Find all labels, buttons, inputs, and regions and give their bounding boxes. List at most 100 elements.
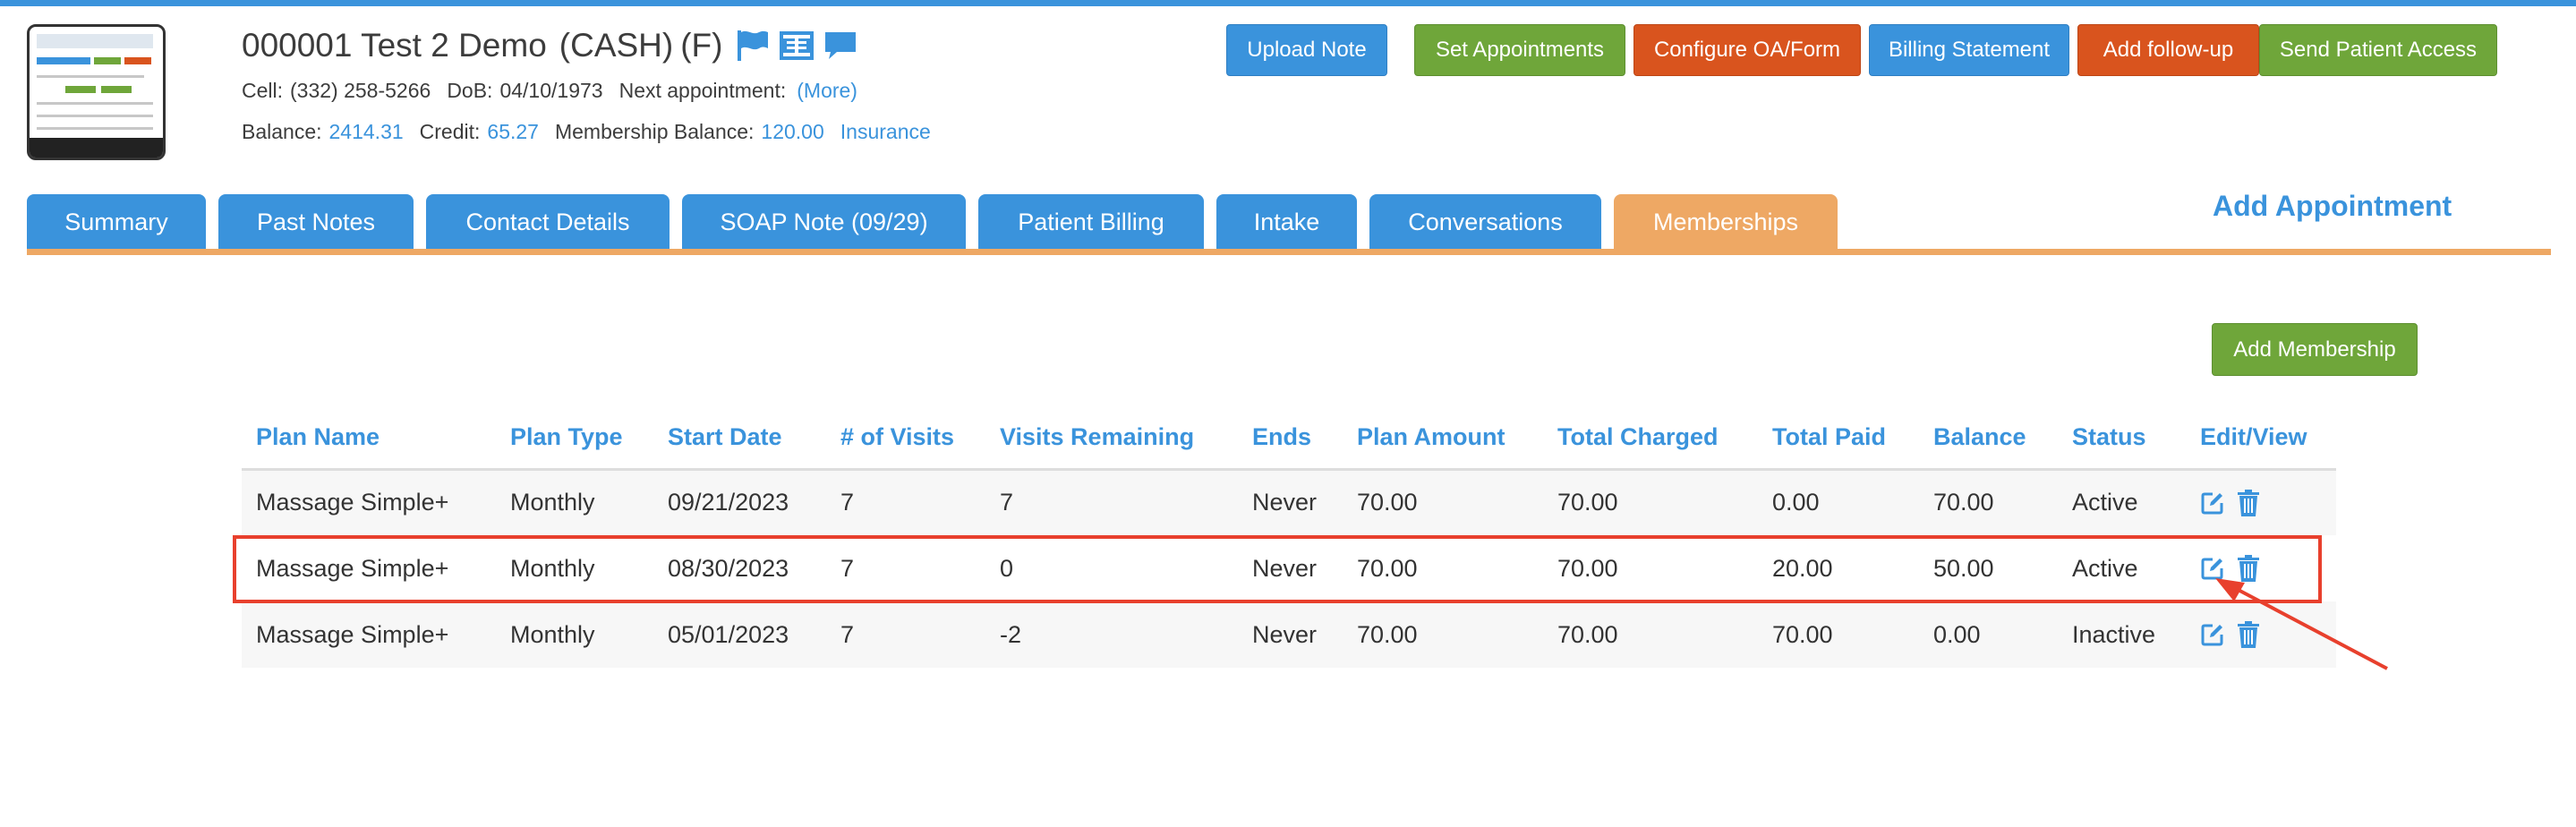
cell-ends: Never — [1238, 601, 1343, 668]
tab-memberships[interactable]: Memberships — [1614, 194, 1838, 250]
patient-photo-thumbnail[interactable] — [27, 24, 166, 160]
cell-num-visits: 7 — [826, 535, 985, 601]
cell-value: (332) 258-5266 — [290, 79, 431, 102]
cell-plan-name: Massage Simple+ — [242, 601, 496, 668]
set-appointments-button[interactable]: Set Appointments — [1414, 24, 1625, 76]
chat-icon[interactable] — [823, 30, 858, 62]
cell-num-visits: 7 — [826, 601, 985, 668]
cell-plan-type: Monthly — [496, 469, 653, 535]
dob-value: 04/10/1973 — [499, 79, 603, 102]
membership-balance-label: Membership Balance: — [554, 120, 755, 143]
tab-past-notes[interactable]: Past Notes — [218, 194, 414, 250]
membership-balance-value[interactable]: 120.00 — [761, 120, 823, 143]
table-row[interactable]: Massage Simple+ Monthly 05/01/2023 7 -2 … — [242, 601, 2336, 668]
cell-plan-amount: 70.00 — [1343, 469, 1543, 535]
patient-gender: (F) — [680, 27, 723, 64]
trash-icon[interactable] — [2236, 554, 2261, 583]
trash-icon[interactable] — [2236, 489, 2261, 517]
cell-edit-view — [2186, 535, 2336, 601]
cell-ends: Never — [1238, 535, 1343, 601]
col-plan-type[interactable]: Plan Type — [496, 406, 653, 471]
add-membership-button[interactable]: Add Membership — [2212, 323, 2418, 376]
cell-plan-amount: 70.00 — [1343, 601, 1543, 668]
col-edit-view: Edit/View — [2186, 406, 2336, 471]
configure-oa-form-button[interactable]: Configure OA/Form — [1633, 24, 1861, 76]
next-appointment-label: Next appointment: — [618, 79, 787, 102]
cell-visits-remaining: 7 — [985, 469, 1238, 535]
upload-note-button[interactable]: Upload Note — [1226, 24, 1387, 76]
cell-label: Cell: — [242, 79, 284, 102]
top-accent-bar — [0, 0, 2576, 6]
document-icon[interactable] — [778, 30, 815, 62]
add-appointment-link[interactable]: Add Appointment — [2213, 190, 2452, 223]
col-start-date[interactable]: Start Date — [653, 406, 826, 471]
col-balance[interactable]: Balance — [1919, 406, 2058, 471]
cell-num-visits: 7 — [826, 469, 985, 535]
edit-icon[interactable] — [2200, 556, 2225, 581]
cell-status: Active — [2058, 535, 2186, 601]
cell-total-charged: 70.00 — [1543, 469, 1758, 535]
cell-total-paid: 0.00 — [1758, 469, 1919, 535]
tab-patient-billing[interactable]: Patient Billing — [978, 194, 1204, 250]
cell-start-date: 09/21/2023 — [653, 469, 826, 535]
patient-contact-line: Cell: (332) 258-5266 DoB: 04/10/1973 Next ap… — [242, 79, 857, 103]
flag-icon[interactable] — [735, 29, 771, 63]
cell-start-date: 05/01/2023 — [653, 601, 826, 668]
cell-balance: 50.00 — [1919, 535, 2058, 601]
cell-balance: 70.00 — [1919, 469, 2058, 535]
cell-visits-remaining: 0 — [985, 535, 1238, 601]
cell-plan-name: Massage Simple+ — [242, 535, 496, 601]
dob-label: DoB: — [447, 79, 493, 102]
balance-value[interactable]: 2414.31 — [329, 120, 404, 143]
payment-type: (CASH) — [559, 27, 674, 64]
patient-title: 000001 Test 2 Demo (CASH) (F) — [242, 27, 858, 64]
table-row[interactable]: Massage Simple+ Monthly 08/30/2023 7 0 N… — [242, 535, 2336, 601]
tab-underline — [27, 249, 2551, 255]
cell-ends: Never — [1238, 469, 1343, 535]
tab-conversations[interactable]: Conversations — [1369, 194, 1601, 250]
patient-balance-line: Balance: 2414.31 Credit: 65.27 Membership Ba… — [242, 120, 931, 144]
cell-edit-view — [2186, 601, 2336, 668]
send-patient-access-button[interactable]: Send Patient Access — [2259, 24, 2497, 76]
col-plan-name[interactable]: Plan Name — [242, 406, 496, 471]
cell-visits-remaining: -2 — [985, 601, 1238, 668]
balance-label: Balance: — [242, 120, 322, 143]
col-ends[interactable]: Ends — [1238, 406, 1343, 471]
add-follow-up-button[interactable]: Add follow-up — [2077, 24, 2259, 76]
edit-icon[interactable] — [2200, 490, 2225, 516]
insurance-link[interactable]: Insurance — [840, 120, 931, 143]
col-num-visits[interactable]: # of Visits — [826, 406, 985, 471]
tab-soap-note[interactable]: SOAP Note (09/29) — [682, 194, 966, 250]
col-total-charged[interactable]: Total Charged — [1543, 406, 1758, 471]
col-total-paid[interactable]: Total Paid — [1758, 406, 1919, 471]
table-row[interactable]: Massage Simple+ Monthly 09/21/2023 7 7 N… — [242, 469, 2336, 535]
col-plan-amount[interactable]: Plan Amount — [1343, 406, 1543, 471]
patient-name: 000001 Test 2 Demo — [242, 27, 547, 64]
col-visits-remaining[interactable]: Visits Remaining — [985, 406, 1238, 471]
cell-status: Active — [2058, 469, 2186, 535]
billing-statement-button[interactable]: Billing Statement — [1869, 24, 2069, 76]
cell-edit-view — [2186, 469, 2336, 535]
tab-contact-details[interactable]: Contact Details — [426, 194, 670, 250]
cell-start-date: 08/30/2023 — [653, 535, 826, 601]
cell-status: Inactive — [2058, 601, 2186, 668]
table-header-row: Plan Name Plan Type Start Date # of Visi… — [242, 406, 2336, 471]
col-status[interactable]: Status — [2058, 406, 2186, 471]
cell-plan-name: Massage Simple+ — [242, 469, 496, 535]
credit-value[interactable]: 65.27 — [487, 120, 539, 143]
memberships-table: Plan Name Plan Type Start Date # of Visi… — [242, 406, 2336, 668]
cell-total-paid: 20.00 — [1758, 535, 1919, 601]
cell-plan-amount: 70.00 — [1343, 535, 1543, 601]
cell-total-paid: 70.00 — [1758, 601, 1919, 668]
edit-icon[interactable] — [2200, 622, 2225, 647]
trash-icon[interactable] — [2236, 620, 2261, 649]
tab-summary[interactable]: Summary — [27, 194, 206, 250]
cell-total-charged: 70.00 — [1543, 535, 1758, 601]
cell-plan-type: Monthly — [496, 535, 653, 601]
cell-plan-type: Monthly — [496, 601, 653, 668]
next-appointment-more-link[interactable]: (More) — [797, 79, 857, 102]
cell-total-charged: 70.00 — [1543, 601, 1758, 668]
tab-intake[interactable]: Intake — [1216, 194, 1357, 250]
credit-label: Credit: — [419, 120, 481, 143]
cell-balance: 0.00 — [1919, 601, 2058, 668]
